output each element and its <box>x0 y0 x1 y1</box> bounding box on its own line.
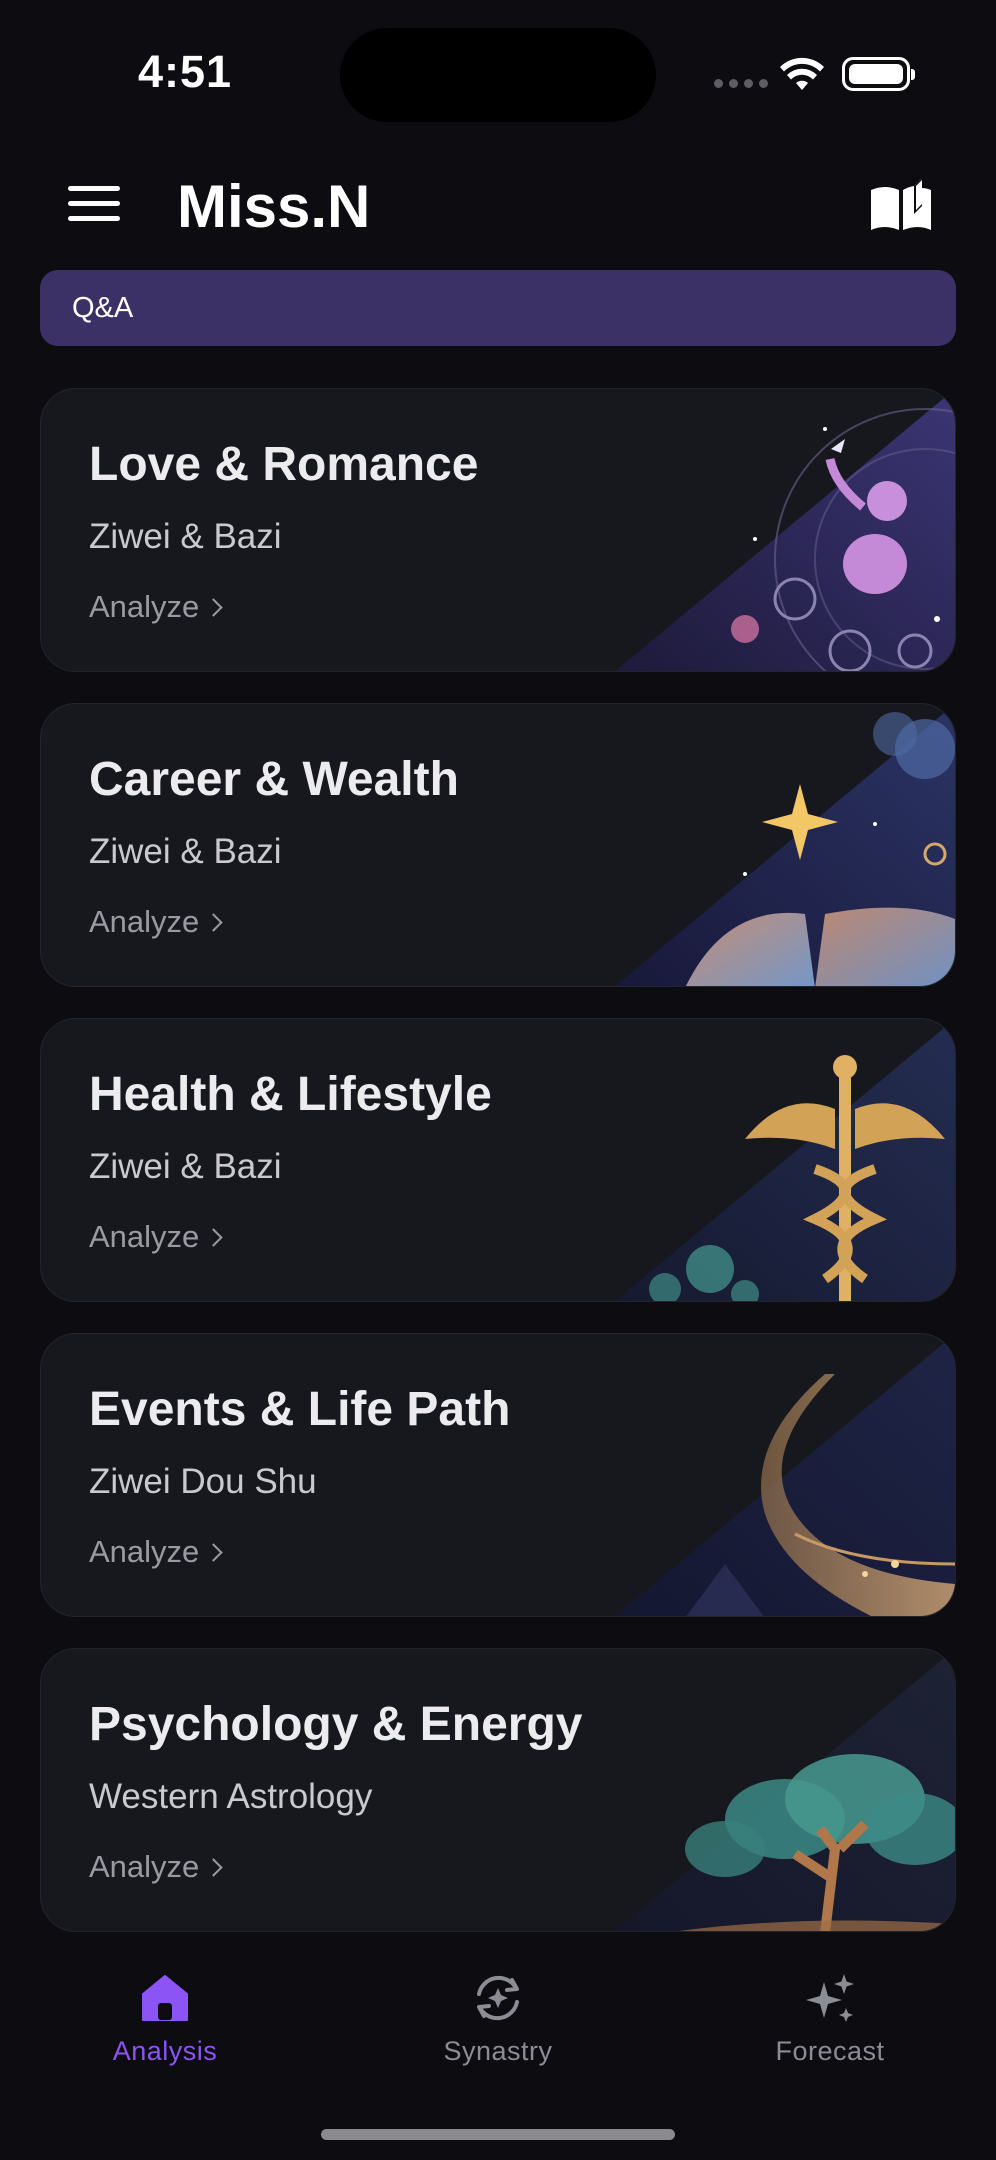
sparkles-icon <box>806 1974 854 2022</box>
analyze-link[interactable]: Analyze <box>89 904 223 940</box>
status-bar: 4:51 <box>0 0 996 150</box>
analyze-label: Analyze <box>89 589 200 624</box>
open-book-icon <box>495 704 955 986</box>
tab-forecast[interactable]: Forecast <box>710 1970 950 2080</box>
card-subtitle: Ziwei & Bazi <box>89 517 282 556</box>
card-health-lifestyle[interactable]: Health & Lifestyle Ziwei & Bazi Analyze <box>40 1018 956 1302</box>
analyze-label: Analyze <box>89 1534 200 1569</box>
tree-icon <box>495 1649 955 1931</box>
tab-synastry[interactable]: Synastry <box>378 1970 618 2080</box>
analysis-card-list: Love & Romance Ziwei & Bazi Analyze Care… <box>40 388 956 1963</box>
card-subtitle: Ziwei Dou Shu <box>89 1462 317 1501</box>
chevron-right-icon <box>204 913 223 932</box>
card-subtitle: Ziwei & Bazi <box>89 832 282 871</box>
analyze-label: Analyze <box>89 1849 200 1884</box>
tab-analysis[interactable]: Analysis <box>45 1970 285 2080</box>
card-title: Psychology & Energy <box>89 1698 583 1751</box>
cellular-signal-icon <box>714 79 768 88</box>
tab-label: Forecast <box>775 2036 885 2066</box>
card-title: Health & Lifestyle <box>89 1068 492 1121</box>
dynamic-island <box>340 28 656 122</box>
status-time: 4:51 <box>138 46 233 97</box>
card-subtitle: Ziwei & Bazi <box>89 1147 282 1186</box>
home-icon <box>142 1975 188 2021</box>
chevron-right-icon <box>204 598 223 617</box>
river-path-icon <box>495 1334 955 1616</box>
tab-label: Synastry <box>443 2036 553 2066</box>
menu-hamburger-icon[interactable] <box>68 186 120 226</box>
caduceus-icon <box>495 1019 955 1301</box>
analyze-link[interactable]: Analyze <box>89 589 223 625</box>
zodiac-child-icon <box>495 389 955 671</box>
synastry-cycle-icon <box>477 1975 519 2021</box>
card-title: Events & Life Path <box>89 1383 511 1436</box>
home-indicator <box>321 2129 675 2140</box>
analyze-link[interactable]: Analyze <box>89 1219 223 1255</box>
card-events-life-path[interactable]: Events & Life Path Ziwei Dou Shu Analyze <box>40 1333 956 1617</box>
card-title: Love & Romance <box>89 438 479 491</box>
chevron-right-icon <box>204 1858 223 1877</box>
analyze-label: Analyze <box>89 1219 200 1254</box>
battery-icon <box>842 57 915 91</box>
app-title: Miss.N <box>177 173 371 240</box>
open-book-icon[interactable] <box>868 176 934 236</box>
card-subtitle: Western Astrology <box>89 1777 373 1816</box>
wifi-icon <box>780 57 824 90</box>
analyze-link[interactable]: Analyze <box>89 1849 223 1885</box>
app-header: Miss.N <box>0 160 996 250</box>
analyze-link[interactable]: Analyze <box>89 1534 223 1570</box>
chevron-right-icon <box>204 1228 223 1247</box>
card-love-romance[interactable]: Love & Romance Ziwei & Bazi Analyze <box>40 388 956 672</box>
chevron-right-icon <box>204 1543 223 1562</box>
analyze-label: Analyze <box>89 904 200 939</box>
card-psychology-energy[interactable]: Psychology & Energy Western Astrology An… <box>40 1648 956 1932</box>
card-career-wealth[interactable]: Career & Wealth Ziwei & Bazi Analyze <box>40 703 956 987</box>
qa-banner-button[interactable]: Q&A <box>40 270 956 346</box>
card-title: Career & Wealth <box>89 753 459 806</box>
tab-label: Analysis <box>112 2036 218 2066</box>
